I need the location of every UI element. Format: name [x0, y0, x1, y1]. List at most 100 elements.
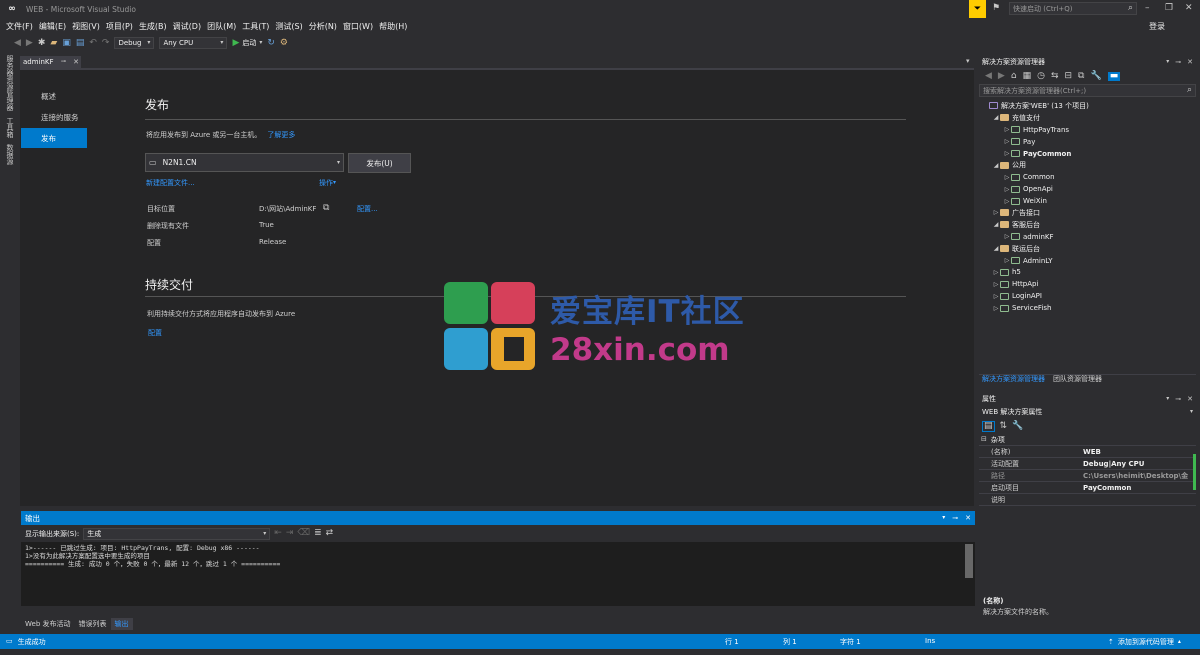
pending-changes-icon[interactable]: ◷ — [1037, 71, 1045, 81]
close-icon[interactable]: ✕ — [1185, 4, 1193, 13]
expand-icon[interactable]: ▷ — [1003, 186, 1011, 193]
property-row[interactable]: 说明 — [979, 494, 1196, 506]
refresh-icon[interactable]: ↻ — [267, 38, 275, 48]
solution-config-select[interactable]: Debug ▾ — [114, 37, 155, 49]
tree-item[interactable]: ▷ Common — [979, 171, 1196, 183]
tree-item[interactable]: ▷ AdminLY — [979, 255, 1196, 267]
document-tab-adminkf[interactable]: adminKF ⊸ ✕ — [20, 56, 81, 68]
properties-scrollbar[interactable] — [1193, 454, 1196, 490]
close-icon[interactable]: ✕ — [73, 58, 79, 66]
data-sources-tab[interactable]: 数据源 — [5, 144, 15, 165]
menu-edit[interactable]: 编辑(E) — [36, 21, 69, 32]
publish-profile-select[interactable]: ▭ N2N1.CN ▾ — [145, 153, 344, 172]
open-folder-icon[interactable]: ▰ — [50, 38, 57, 48]
menu-tools[interactable]: 工具(T) — [239, 21, 272, 32]
alphabetical-icon[interactable]: ⇅ — [1000, 421, 1008, 431]
add-to-source-control[interactable]: ⇡ 添加到源代码管理 ▴ — [1108, 637, 1181, 647]
restore-icon[interactable]: ❐ — [1165, 4, 1173, 13]
show-all-files-icon[interactable]: ⧉ — [1078, 71, 1084, 81]
quick-launch-input[interactable]: 快速启动 (Ctrl+Q) ⌕ — [1009, 2, 1137, 15]
tree-item[interactable]: ▷ LoginAPI — [979, 290, 1196, 302]
pin-icon[interactable]: ⊸ — [1175, 395, 1181, 403]
tree-item[interactable]: ▷ ServiceFish — [979, 302, 1196, 314]
tree-item[interactable]: ▷ h5 — [979, 266, 1196, 278]
tab-overflow-icon[interactable]: ▾ — [966, 58, 970, 65]
tab-error-list[interactable]: 错误列表 — [75, 618, 111, 630]
menu-window[interactable]: 窗口(W) — [340, 21, 376, 32]
expand-icon[interactable]: ▷ — [1003, 138, 1011, 145]
expand-icon[interactable]: ▷ — [1003, 174, 1011, 181]
word-wrap-icon[interactable]: ≣ — [314, 529, 322, 538]
expand-icon[interactable]: ▷ — [992, 305, 1000, 312]
menu-project[interactable]: 项目(P) — [103, 21, 136, 32]
notifications-icon[interactable]: ⚑ — [992, 4, 1000, 13]
output-source-select[interactable]: 生成 ▾ — [83, 527, 271, 540]
menu-build[interactable]: 生成(B) — [136, 21, 170, 32]
property-category[interactable]: ⊟ 杂项 — [979, 434, 1196, 446]
goto-next-icon[interactable]: ⇥ — [286, 529, 294, 538]
expanded-icon[interactable]: ◢ — [992, 114, 1000, 121]
dropdown-icon[interactable]: ▾ — [1166, 396, 1169, 402]
tree-item[interactable]: ▷ Pay — [979, 136, 1196, 148]
properties-icon[interactable]: 🔧 — [1090, 71, 1101, 81]
pin-icon[interactable]: ⊸ — [1175, 58, 1181, 66]
dropdown-icon[interactable]: ▾ — [942, 515, 945, 521]
tree-item[interactable]: ▷ adminKF — [979, 231, 1196, 243]
minimize-icon[interactable]: – — [1145, 4, 1150, 13]
menu-team[interactable]: 团队(M) — [204, 21, 239, 32]
forward-icon[interactable]: ▶ — [998, 71, 1005, 81]
close-icon[interactable]: ✕ — [1187, 58, 1193, 66]
property-pages-icon[interactable]: 🔧 — [1012, 421, 1023, 431]
tree-item[interactable]: ▷ 广告接口 — [979, 207, 1196, 219]
new-project-icon[interactable]: ✱ — [38, 38, 46, 48]
menu-view[interactable]: 视图(V) — [69, 21, 103, 32]
categorized-icon[interactable]: ▤ — [982, 420, 995, 432]
login-link[interactable]: 登录 — [1146, 21, 1168, 32]
close-icon[interactable]: ✕ — [1187, 395, 1193, 403]
expand-icon[interactable]: ▷ — [992, 293, 1000, 300]
cd-configure-link[interactable]: 配置 — [148, 328, 162, 338]
expanded-icon[interactable]: ◢ — [992, 221, 1000, 228]
home-icon[interactable]: ⌂ — [1011, 71, 1017, 81]
property-row[interactable]: 活动配置 Debug|Any CPU — [979, 458, 1196, 470]
tree-item[interactable]: ▷ OpenApi — [979, 183, 1196, 195]
nav-publish[interactable]: 发布 — [21, 128, 87, 148]
tab-output[interactable]: 输出 — [110, 618, 133, 630]
save-all-icon[interactable]: ▤ — [76, 38, 85, 48]
tree-item[interactable]: ▷ WeiXin — [979, 195, 1196, 207]
publish-button[interactable]: 发布(U) — [348, 153, 411, 173]
expanded-icon[interactable]: ◢ — [992, 245, 1000, 252]
clear-all-icon[interactable]: ⌫ — [297, 529, 310, 538]
menu-debug[interactable]: 调试(D) — [170, 21, 204, 32]
property-row[interactable]: (名称) WEB — [979, 446, 1196, 458]
expand-icon[interactable]: ▷ — [992, 281, 1000, 288]
new-profile-link[interactable]: 新建配置文件... — [146, 178, 195, 188]
toolbox-tab[interactable]: 工具箱 — [5, 117, 15, 138]
solution-platform-select[interactable]: Any CPU ▾ — [159, 37, 228, 49]
goto-prev-icon[interactable]: ⇤ — [274, 529, 282, 538]
tree-item[interactable]: ◢ 联运后台 — [979, 243, 1196, 255]
copy-icon[interactable]: ⧉ — [323, 204, 329, 213]
browser-link-icon[interactable]: ⚙ — [280, 38, 288, 48]
server-explorer-tab[interactable]: 服务器资源管理器 — [5, 55, 15, 111]
forward-icon[interactable]: ▶ — [26, 38, 33, 48]
undo-icon[interactable]: ↶ — [89, 38, 97, 48]
menu-help[interactable]: 帮助(H) — [376, 21, 410, 32]
expand-icon[interactable]: ▷ — [992, 209, 1000, 216]
back-icon[interactable]: ◀ — [14, 38, 21, 48]
feedback-filter-icon[interactable]: ⏷ — [969, 0, 986, 18]
tree-item[interactable]: 解决方案'WEB' (13 个项目) — [979, 100, 1196, 112]
expand-icon[interactable]: ▷ — [1003, 233, 1011, 240]
toggle-wrap-icon[interactable]: ⇄ — [326, 529, 334, 538]
tree-item[interactable]: ◢ 充值支付 — [979, 112, 1196, 124]
output-scrollbar[interactable] — [965, 544, 973, 578]
expand-icon[interactable]: ▷ — [992, 269, 1000, 276]
configure-link[interactable]: 配置... — [357, 204, 378, 214]
tree-item[interactable]: ▷ HttpPayTrans — [979, 124, 1196, 136]
expand-icon[interactable]: ▷ — [1003, 198, 1011, 205]
expand-icon[interactable]: ▷ — [1003, 257, 1011, 264]
menu-file[interactable]: 文件(F) — [3, 21, 36, 32]
output-text[interactable]: 1>------ 已跳过生成: 项目: HttpPayTrans, 配置: De… — [21, 542, 975, 606]
learn-more-link[interactable]: 了解更多 — [267, 130, 295, 140]
expanded-icon[interactable]: ◢ — [992, 162, 1000, 169]
